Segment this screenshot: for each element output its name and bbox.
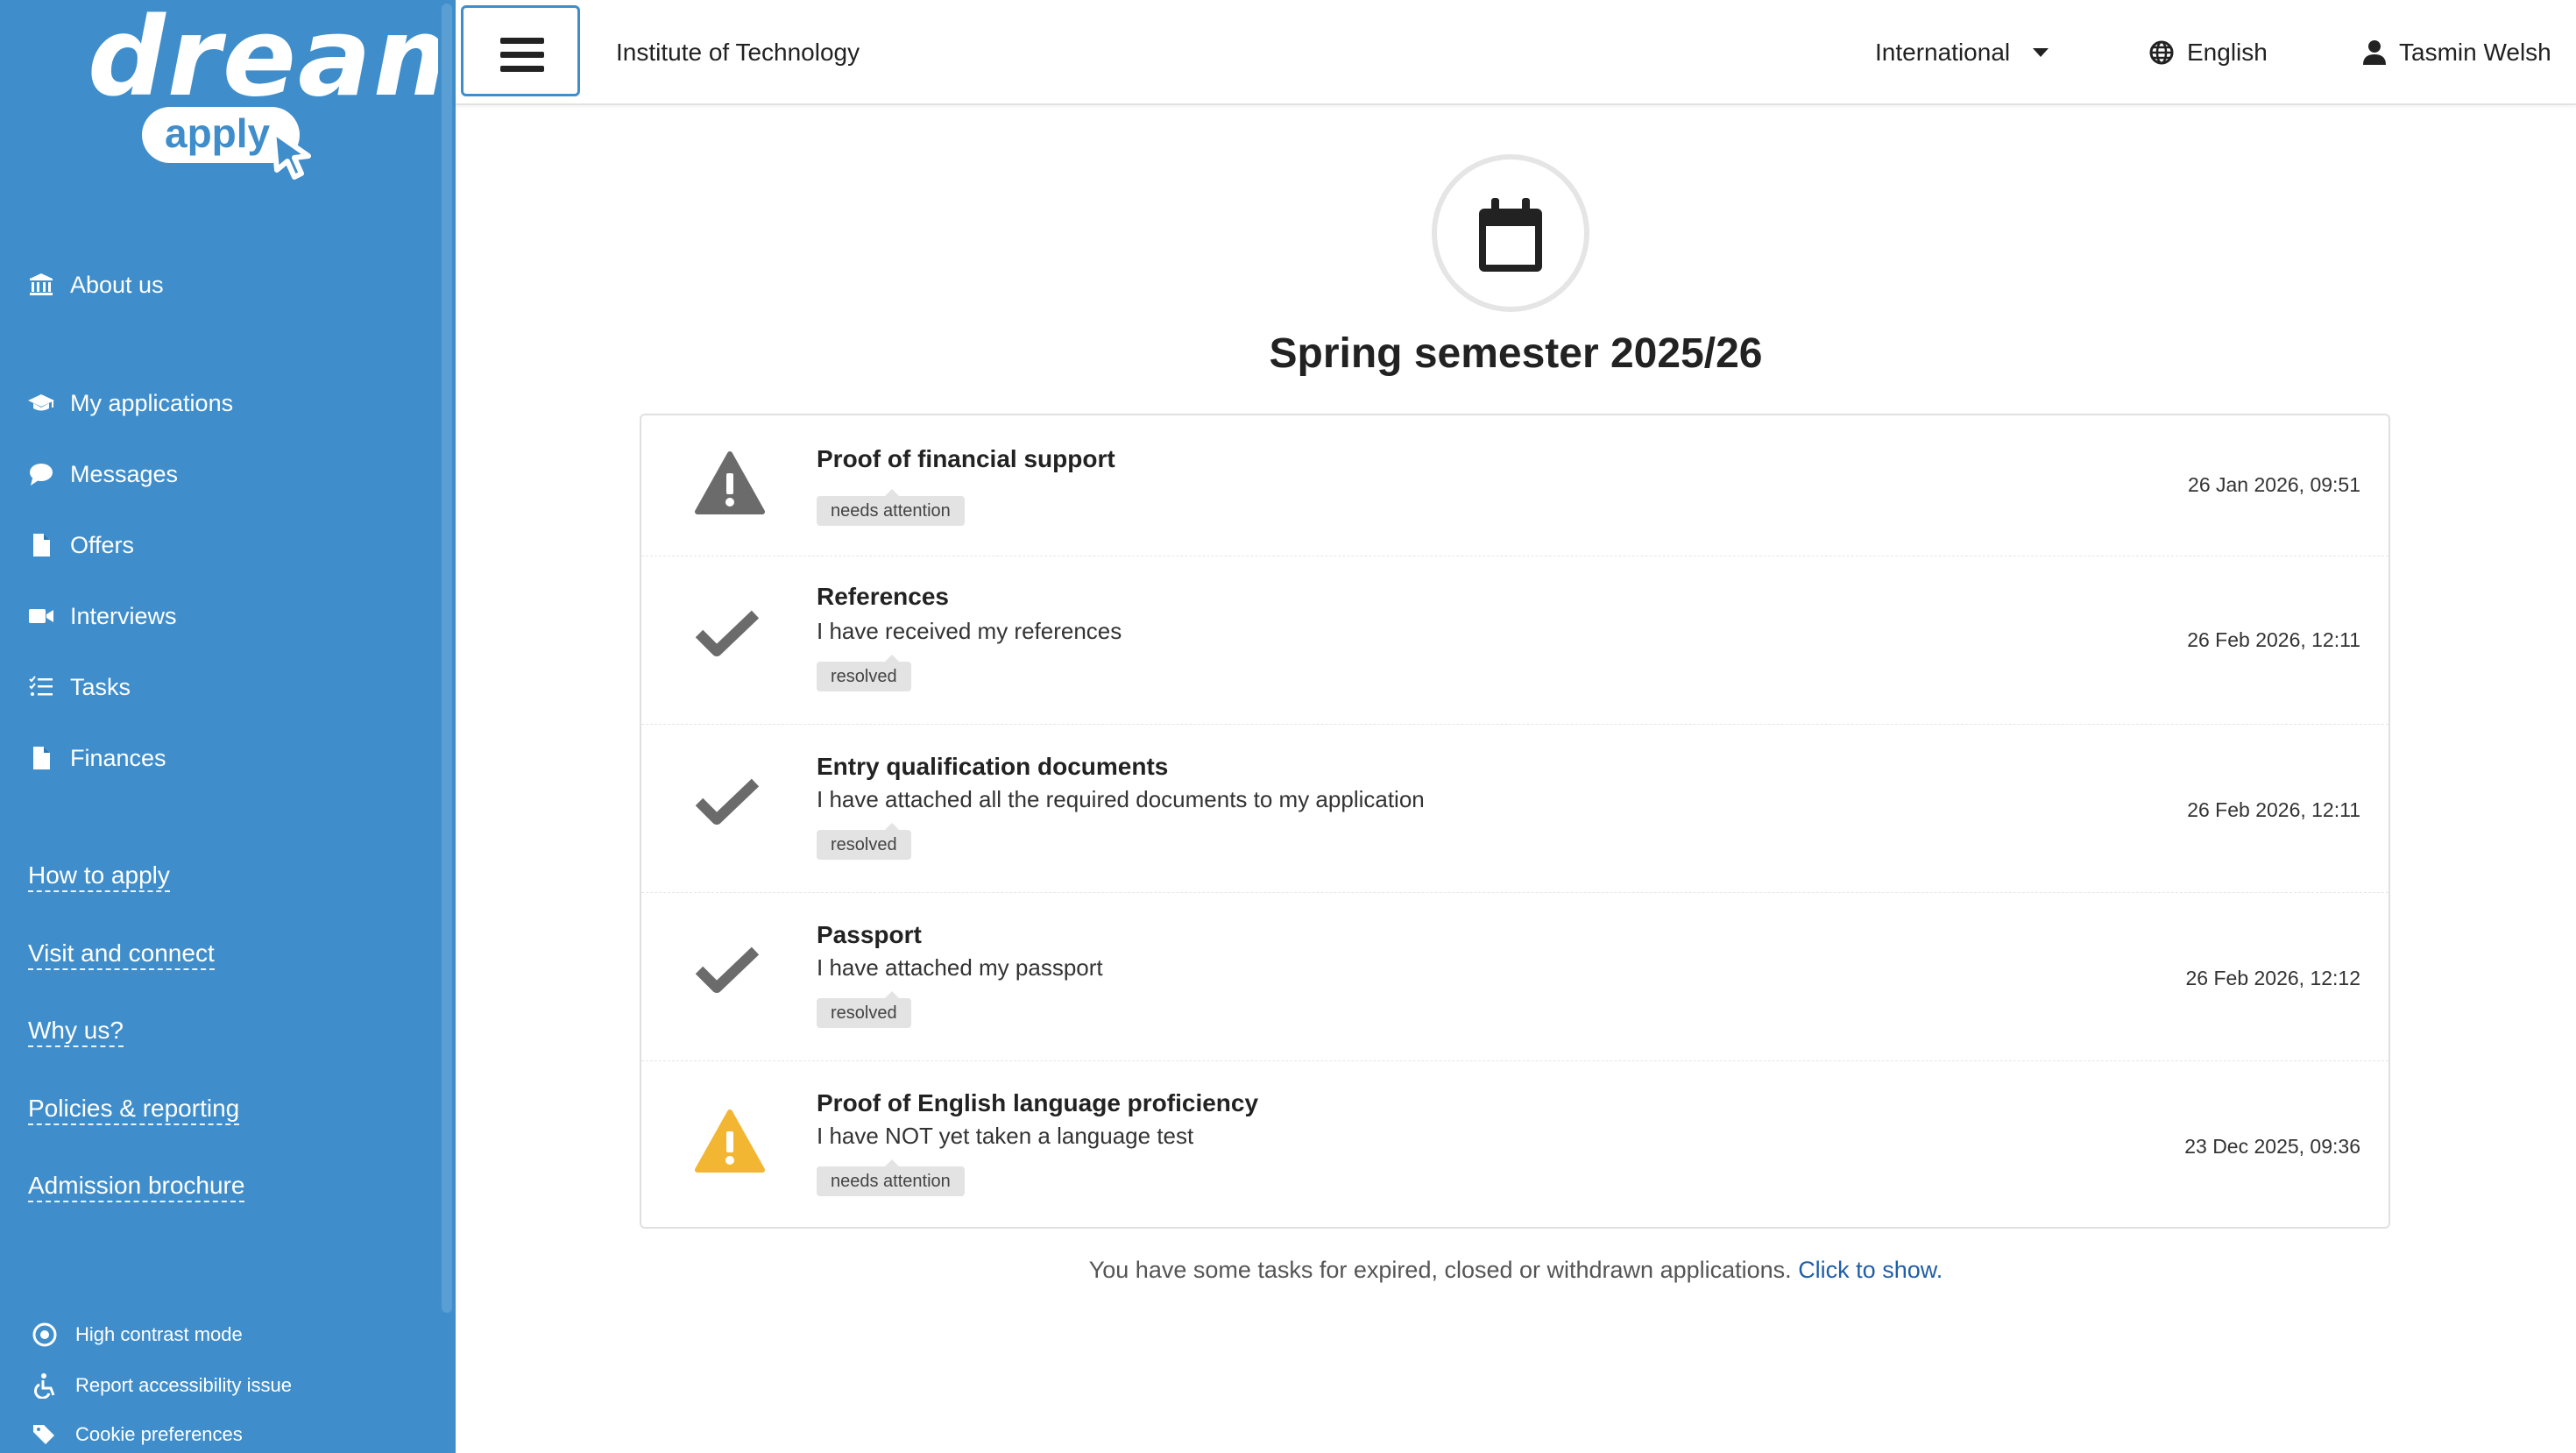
document-icon: [33, 747, 50, 769]
task-row-references[interactable]: References I have received my references…: [641, 556, 2388, 725]
task-row-entry-qualification[interactable]: Entry qualification documents I have att…: [641, 724, 2388, 893]
semester-title: Spring semester 2025/26: [1269, 330, 1763, 377]
checkmark-icon: [695, 610, 760, 656]
sidebar-item-label: Tasks: [70, 673, 131, 700]
checkmark-icon: [695, 778, 760, 825]
logo-cursor-icon: [271, 129, 311, 180]
institution-name: Institute of Technology: [616, 39, 860, 66]
status-badge: resolved: [817, 655, 911, 691]
task-description: I have attached my passport: [817, 954, 1103, 981]
sidebar-item-label: Interviews: [70, 602, 177, 629]
status-badge: needs attention: [817, 1159, 965, 1196]
graduation-cap-icon: [28, 394, 54, 411]
task-title[interactable]: Proof of English language proficiency: [817, 1089, 1258, 1117]
checklist-icon: [29, 676, 53, 696]
util-label: Cookie preferences: [75, 1423, 243, 1445]
sidebar-link-why-us[interactable]: Why us?: [28, 1016, 124, 1047]
user-menu[interactable]: Tasmin Welsh: [2362, 0, 2551, 105]
top-bar: Institute of Technology International En…: [456, 0, 2576, 105]
sidebar-link-visit-and-connect[interactable]: Visit and connect: [28, 939, 215, 970]
hamburger-icon: [500, 52, 544, 58]
sidebar-item-label: About us: [70, 271, 164, 298]
task-row-english-proficiency[interactable]: Proof of English language proficiency I …: [641, 1060, 2388, 1228]
user-name: Tasmin Welsh: [2399, 39, 2551, 66]
sidebar-item-about-us[interactable]: About us: [28, 266, 164, 304]
task-description: I have NOT yet taken a language test: [817, 1123, 1194, 1149]
high-contrast-toggle[interactable]: High contrast mode: [32, 1322, 243, 1348]
task-row-financial-support[interactable]: Proof of financial support needs attenti…: [641, 415, 2388, 556]
task-description: I have attached all the required documen…: [817, 786, 1425, 812]
util-label: Report accessibility issue: [75, 1374, 292, 1396]
sidebar-item-label: Offers: [70, 531, 135, 558]
sidebar-item-tasks[interactable]: Tasks: [28, 668, 131, 706]
user-icon: [2363, 40, 2386, 65]
sidebar: dream apply About us My applications Mes…: [0, 0, 486, 1453]
sidebar-item-my-applications[interactable]: My applications: [28, 384, 233, 422]
language-selector[interactable]: English: [2148, 0, 2268, 105]
cookie-preferences-link[interactable]: Cookie preferences: [32, 1421, 243, 1448]
chat-bubble-icon: [30, 464, 53, 486]
task-date: 23 Dec 2025, 09:36: [2184, 1135, 2360, 1158]
checkmark-icon: [695, 946, 760, 993]
warning-icon: [695, 1109, 765, 1173]
sidebar-link-admission-brochure[interactable]: Admission brochure: [28, 1171, 245, 1202]
sidebar-item-label: My applications: [70, 389, 234, 416]
calendar-badge: [1432, 154, 1589, 312]
caret-down-icon: [2033, 48, 2049, 57]
task-row-passport[interactable]: Passport I have attached my passport res…: [641, 892, 2388, 1061]
dreamapply-logo[interactable]: dream apply: [88, 0, 486, 184]
task-date: 26 Feb 2026, 12:11: [2187, 628, 2360, 651]
task-title[interactable]: Entry qualification documents: [817, 753, 1168, 781]
scrollbar-thumb[interactable]: [442, 4, 452, 1313]
contrast-icon: [32, 1322, 57, 1347]
task-description: I have received my references: [817, 618, 1122, 644]
sidebar-item-finances[interactable]: Finances: [28, 739, 166, 777]
task-date: 26 Feb 2026, 12:11: [2187, 798, 2360, 821]
task-date: 26 Jan 2026, 09:51: [2188, 473, 2360, 496]
calendar-icon: [1479, 198, 1542, 272]
document-icon: [33, 534, 50, 556]
show-inactive-tasks-link[interactable]: Click to show.: [1798, 1257, 1943, 1283]
inactive-tasks-note: You have some tasks for expired, closed …: [640, 1257, 2392, 1284]
status-badge: resolved: [817, 823, 911, 860]
institution-icon: [30, 273, 53, 295]
util-label: High contrast mode: [75, 1323, 243, 1345]
task-title[interactable]: Proof of financial support: [817, 445, 1115, 473]
tags-icon: [33, 1425, 54, 1444]
inactive-tasks-text: You have some tasks for expired, closed …: [1088, 1257, 1792, 1283]
warning-icon: [695, 451, 765, 514]
report-accessibility-link[interactable]: Report accessibility issue: [32, 1372, 292, 1399]
sidebar-link-how-to-apply[interactable]: How to apply: [28, 861, 170, 892]
logo-text-apply: apply: [165, 110, 271, 156]
globe-icon: [2149, 40, 2174, 65]
sidebar-item-interviews[interactable]: Interviews: [28, 597, 177, 635]
hamburger-icon: [500, 38, 544, 44]
sidebar-item-label: Messages: [70, 460, 179, 487]
sidebar-scrollbar[interactable]: [438, 0, 456, 1453]
task-list: Proof of financial support needs attenti…: [640, 414, 2390, 1229]
accessibility-icon: [34, 1373, 55, 1399]
menu-toggle-button[interactable]: [461, 5, 580, 96]
sidebar-item-messages[interactable]: Messages: [28, 455, 178, 493]
status-badge: needs attention: [817, 489, 965, 526]
status-badge: resolved: [817, 991, 911, 1028]
hamburger-icon: [500, 66, 544, 72]
language-label: English: [2187, 39, 2268, 66]
video-camera-icon: [29, 609, 53, 623]
region-dropdown[interactable]: International: [1875, 0, 2050, 105]
sidebar-item-offers[interactable]: Offers: [28, 526, 134, 564]
task-date: 26 Feb 2026, 12:12: [2185, 967, 2361, 989]
task-title[interactable]: Passport: [817, 921, 922, 949]
task-title[interactable]: References: [817, 583, 949, 611]
sidebar-item-label: Finances: [70, 744, 166, 771]
region-label: International: [1875, 39, 2011, 66]
sidebar-link-policies-reporting[interactable]: Policies & reporting: [28, 1094, 240, 1125]
logo-text-dream: dream: [88, 0, 488, 121]
